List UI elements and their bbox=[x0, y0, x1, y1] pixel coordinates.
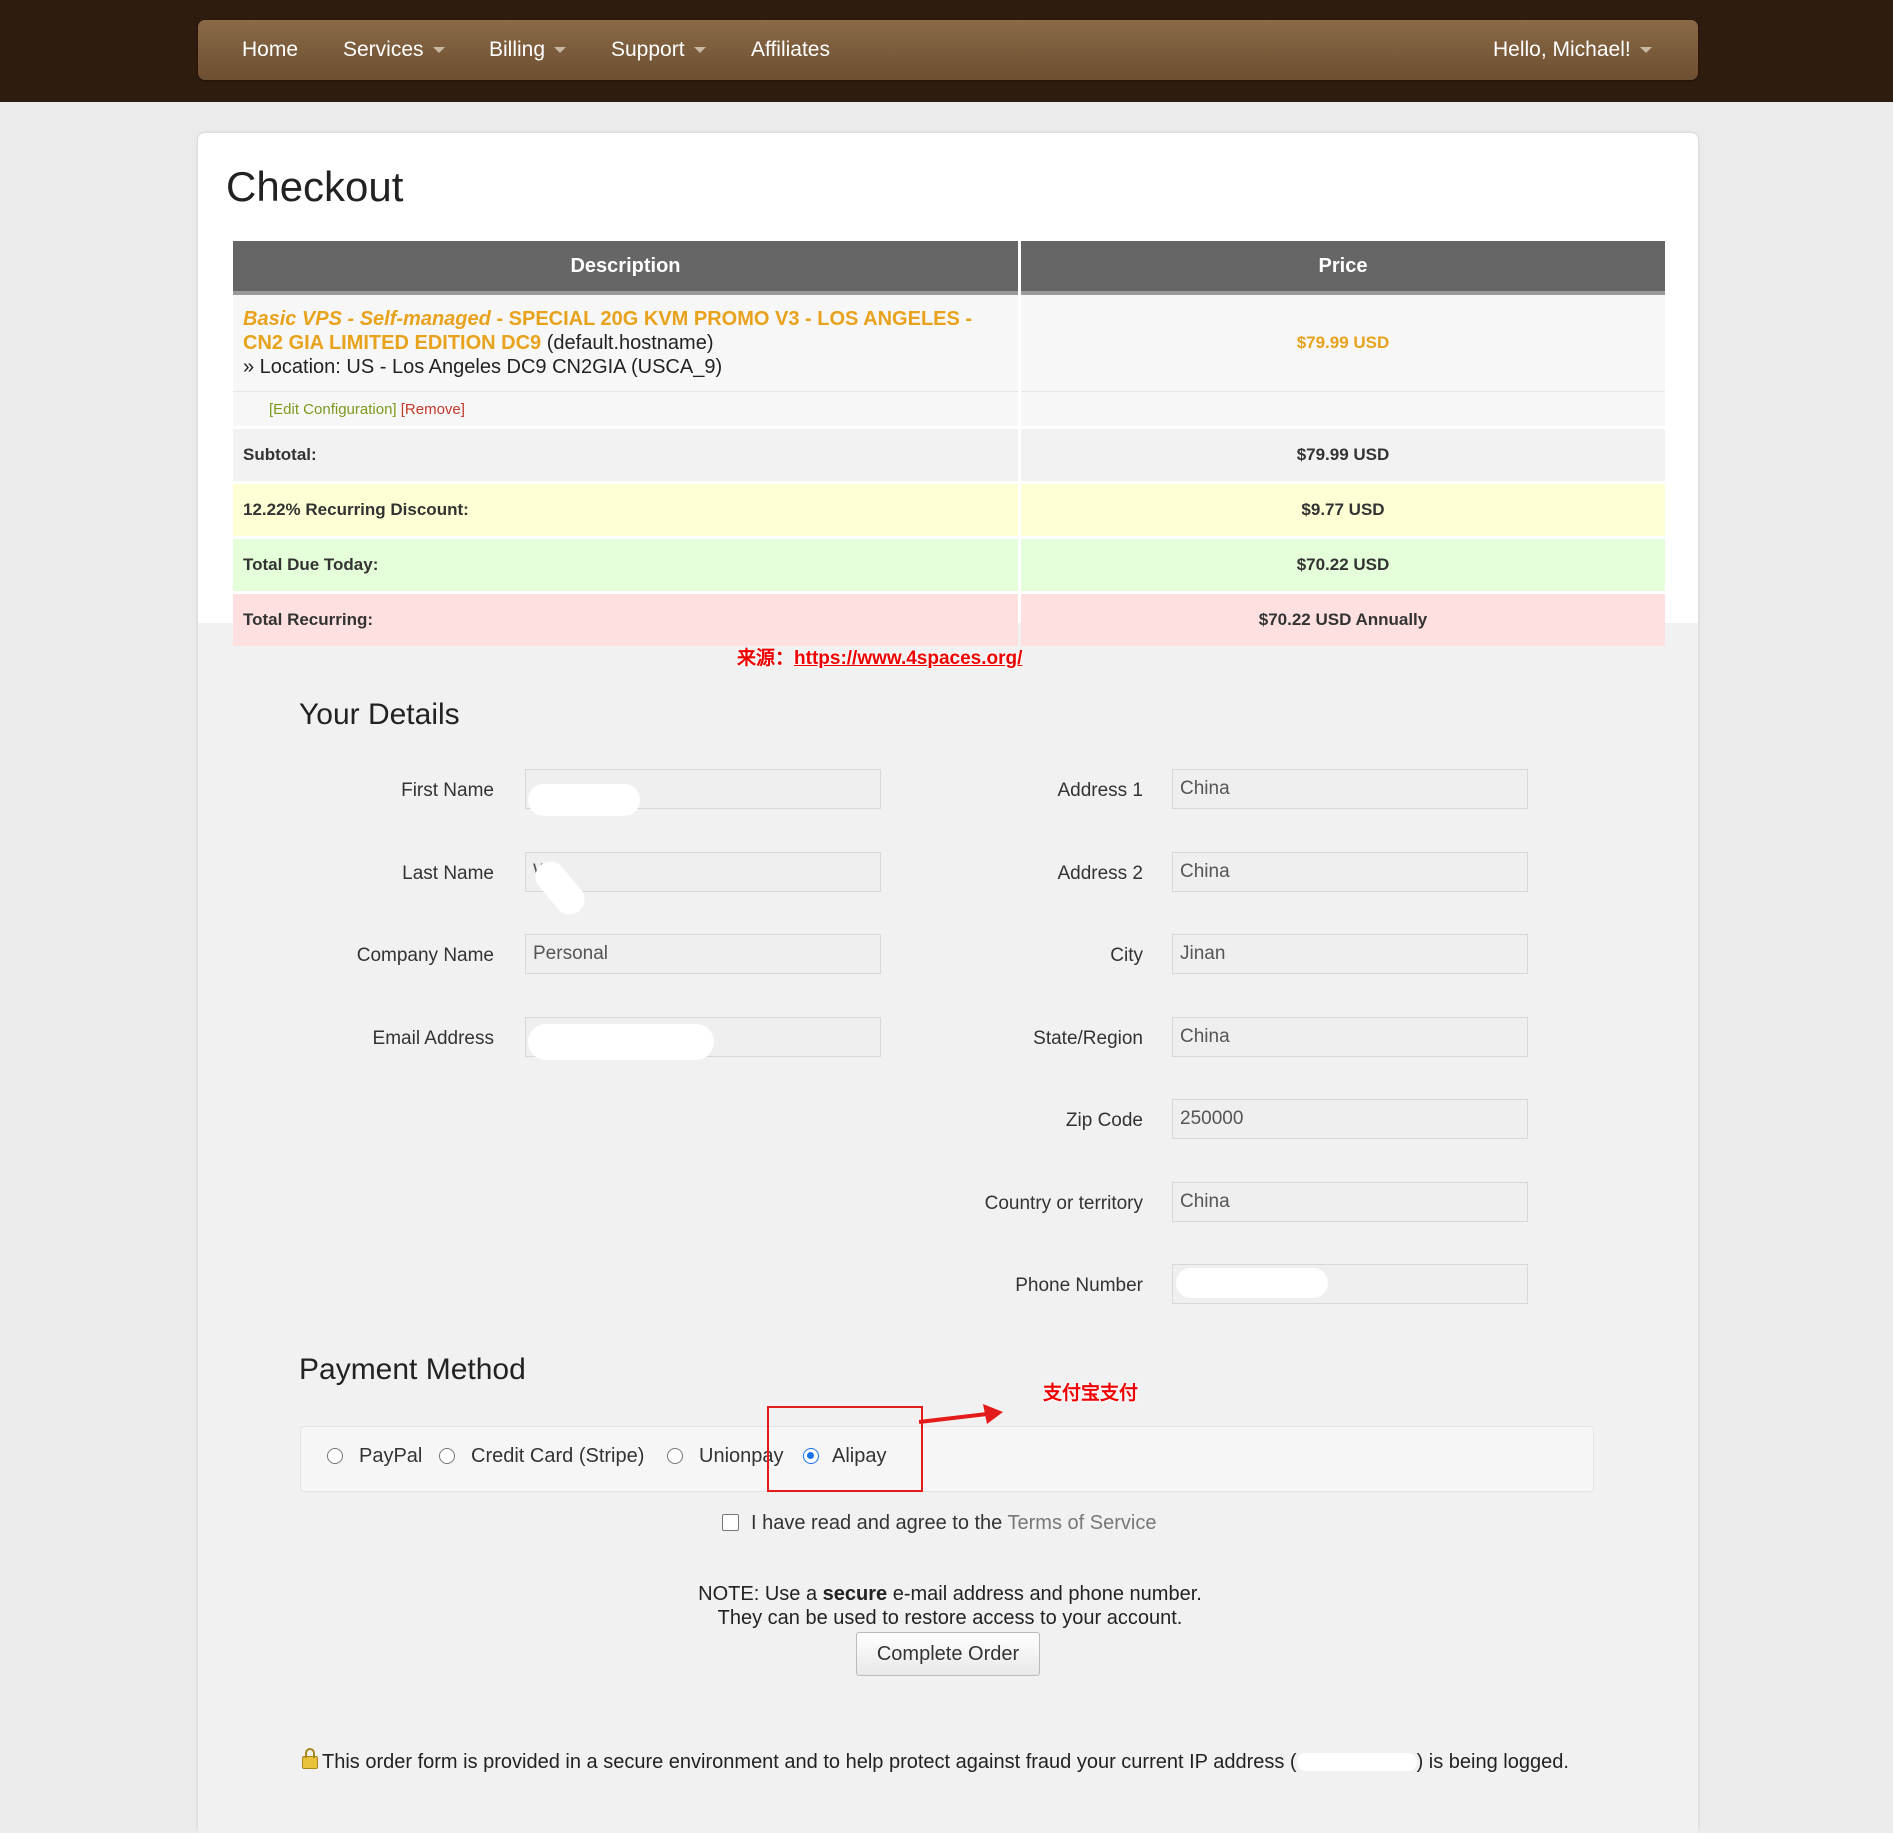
checkout-card: Checkout Description Price Basic VPS - S… bbox=[198, 133, 1698, 1833]
cart-item-description: Basic VPS - Self-managed - SPECIAL 20G K… bbox=[233, 295, 1018, 391]
cart-table: Description Price Basic VPS - Self-manag… bbox=[230, 241, 1668, 646]
secure-notice-suffix: ) is being logged. bbox=[1416, 1751, 1569, 1773]
chevron-down-icon bbox=[1639, 47, 1652, 54]
address-2-label: Address 2 bbox=[1057, 863, 1143, 884]
discount-label: 12.22% Recurring Discount: bbox=[233, 481, 1018, 536]
terms-of-service-link[interactable]: Terms of Service bbox=[1008, 1512, 1157, 1534]
cart-item-row: Basic VPS - Self-managed - SPECIAL 20G K… bbox=[233, 295, 1665, 391]
watermark-prefix: 来源： bbox=[737, 648, 795, 669]
first-name-label: First Name bbox=[401, 780, 494, 801]
annotation-highlight-box bbox=[767, 1406, 923, 1492]
subtotal-label: Subtotal: bbox=[233, 426, 1018, 481]
note-line1-suffix: e-mail address and phone number. bbox=[892, 1583, 1202, 1605]
state-region-field[interactable] bbox=[1172, 1017, 1528, 1057]
payment-option-paypal[interactable]: PayPal bbox=[359, 1445, 422, 1468]
chevron-down-icon bbox=[432, 47, 445, 54]
discount-value: $9.77 USD bbox=[1021, 481, 1665, 536]
company-name-field[interactable] bbox=[525, 934, 881, 974]
page-title: Checkout bbox=[226, 163, 404, 210]
radio-unionpay[interactable] bbox=[667, 1448, 683, 1464]
cart-item-actions-empty bbox=[1021, 391, 1665, 426]
country-label: Country or territory bbox=[984, 1193, 1143, 1214]
total-due-value: $70.22 USD bbox=[1021, 536, 1665, 591]
discount-row: 12.22% Recurring Discount: $9.77 USD bbox=[233, 481, 1665, 536]
product-group: Basic VPS - Self-managed bbox=[243, 308, 491, 330]
main-nav: Home Services Billing Support Affiliates… bbox=[198, 20, 1698, 80]
nav-support[interactable]: Support bbox=[611, 20, 706, 80]
security-note: NOTE: Use a secure e-mail address and ph… bbox=[600, 1582, 1300, 1630]
total-recurring-row: Total Recurring: $70.22 USD Annually bbox=[233, 591, 1665, 646]
chevron-down-icon bbox=[554, 47, 567, 54]
redaction-mark bbox=[528, 1024, 714, 1060]
cart-item-actions: [Edit Configuration] [Remove] bbox=[233, 391, 1018, 426]
payment-method-options: PayPal Credit Card (Stripe) Unionpay Ali… bbox=[300, 1426, 1594, 1492]
redaction-mark bbox=[528, 784, 640, 816]
company-name-label: Company Name bbox=[356, 945, 494, 966]
cart-item-price: $79.99 USD bbox=[1021, 295, 1665, 391]
column-header-price: Price bbox=[1021, 241, 1665, 295]
terms-agreement: I have read and agree to the Terms of Se… bbox=[722, 1512, 1156, 1535]
nav-billing-label: Billing bbox=[489, 38, 546, 61]
country-field[interactable] bbox=[1172, 1182, 1528, 1222]
nav-services-label: Services bbox=[343, 38, 424, 61]
payment-method-heading: Payment Method bbox=[299, 1353, 526, 1386]
note-line1-prefix: NOTE: Use a bbox=[698, 1583, 818, 1605]
subtotal-value: $79.99 USD bbox=[1021, 426, 1665, 481]
source-watermark: 来源：https://www.4spaces.org/ bbox=[737, 643, 1022, 670]
radio-paypal[interactable] bbox=[327, 1448, 343, 1464]
annotation-arrow-icon bbox=[918, 1404, 1003, 1424]
secure-environment-notice: This order form is provided in a secure … bbox=[300, 1748, 1600, 1775]
nav-support-label: Support bbox=[611, 38, 685, 61]
radio-credit-card[interactable] bbox=[439, 1448, 455, 1464]
phone-number-label: Phone Number bbox=[1015, 1275, 1143, 1296]
redaction-mark bbox=[1176, 1268, 1328, 1298]
last-name-label: Last Name bbox=[402, 863, 494, 884]
total-recurring-value: $70.22 USD Annually bbox=[1021, 591, 1665, 646]
nav-services[interactable]: Services bbox=[343, 20, 445, 80]
city-label: City bbox=[1110, 945, 1143, 966]
zip-code-field[interactable] bbox=[1172, 1099, 1528, 1139]
alipay-annotation: 支付宝支付 bbox=[1043, 1383, 1139, 1404]
column-header-description: Description bbox=[233, 241, 1018, 295]
nav-home[interactable]: Home bbox=[242, 20, 298, 80]
lock-icon bbox=[302, 1748, 318, 1769]
email-address-label: Email Address bbox=[372, 1028, 494, 1049]
top-bar: Home Services Billing Support Affiliates… bbox=[0, 0, 1893, 102]
chevron-down-icon bbox=[693, 47, 706, 54]
cart-item-actions-row: [Edit Configuration] [Remove] bbox=[233, 391, 1665, 426]
total-due-label: Total Due Today: bbox=[233, 536, 1018, 591]
address-1-field[interactable] bbox=[1172, 769, 1528, 809]
total-recurring-label: Total Recurring: bbox=[233, 591, 1018, 646]
subtotal-row: Subtotal: $79.99 USD bbox=[233, 426, 1665, 481]
note-emphasis: secure bbox=[822, 1583, 888, 1605]
complete-order-button[interactable]: Complete Order bbox=[856, 1632, 1040, 1676]
payment-option-credit-card[interactable]: Credit Card (Stripe) bbox=[471, 1445, 644, 1468]
product-location: » Location: US - Los Angeles DC9 CN2GIA … bbox=[243, 356, 723, 378]
state-region-label: State/Region bbox=[1033, 1028, 1143, 1049]
your-details-heading: Your Details bbox=[299, 698, 460, 731]
nav-billing[interactable]: Billing bbox=[489, 20, 567, 80]
nav-user-label: Hello, Michael! bbox=[1493, 38, 1631, 61]
nav-user-menu[interactable]: Hello, Michael! bbox=[1493, 20, 1652, 80]
address-2-field[interactable] bbox=[1172, 852, 1528, 892]
secure-notice-prefix: This order form is provided in a secure … bbox=[322, 1751, 1297, 1773]
total-due-row: Total Due Today: $70.22 USD bbox=[233, 536, 1665, 591]
terms-checkbox[interactable] bbox=[722, 1514, 739, 1531]
city-field[interactable] bbox=[1172, 934, 1528, 974]
terms-label: I have read and agree to the bbox=[751, 1512, 1003, 1534]
zip-code-label: Zip Code bbox=[1065, 1110, 1143, 1131]
edit-configuration-link[interactable]: [Edit Configuration] bbox=[269, 401, 397, 418]
watermark-link[interactable]: https://www.4spaces.org/ bbox=[794, 648, 1022, 669]
nav-affiliates[interactable]: Affiliates bbox=[751, 20, 830, 80]
product-hostname: (default.hostname) bbox=[546, 332, 714, 354]
address-1-label: Address 1 bbox=[1057, 780, 1143, 801]
redaction-mark bbox=[1296, 1753, 1417, 1771]
remove-item-link[interactable]: [Remove] bbox=[401, 401, 465, 418]
note-line2: They can be used to restore access to yo… bbox=[717, 1607, 1183, 1629]
